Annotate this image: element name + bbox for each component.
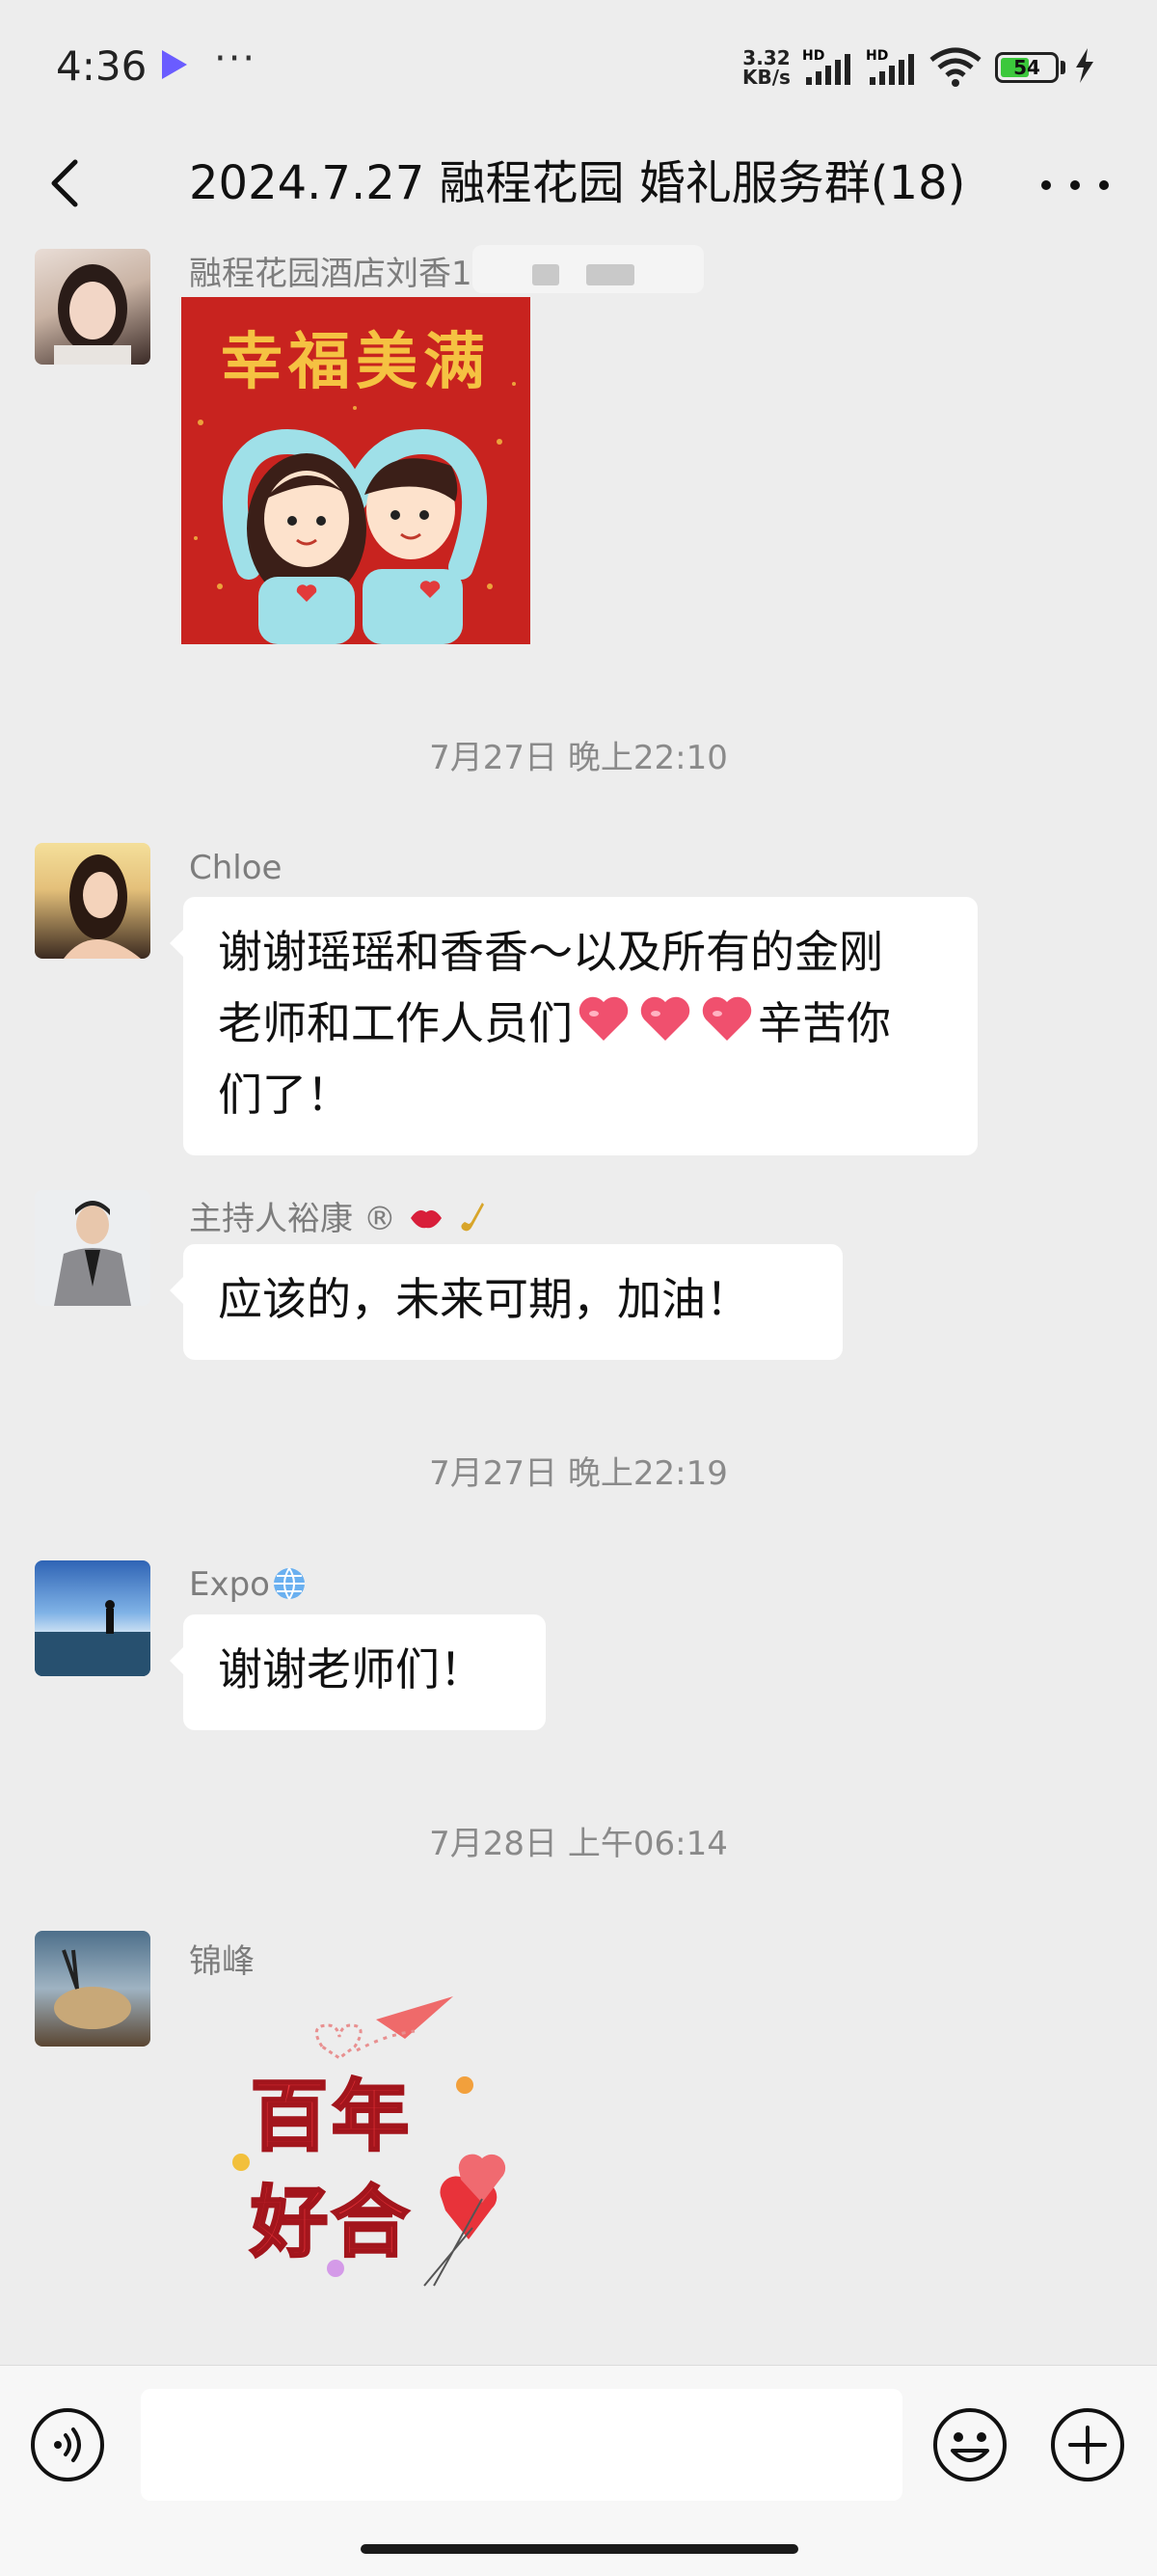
heart-icon bbox=[702, 996, 752, 1041]
message-text-line: 们了！ bbox=[218, 1069, 351, 1121]
net-speed-value: 3.32 bbox=[742, 46, 791, 69]
plus-icon[interactable] bbox=[1049, 2406, 1126, 2483]
back-arrow-icon[interactable] bbox=[39, 154, 96, 212]
avatar-face bbox=[54, 264, 131, 365]
chat-header: 2024.7.27 融程花园 婚礼服务群(18) bbox=[0, 135, 1157, 231]
heart-icon bbox=[640, 996, 690, 1041]
voice-icon[interactable] bbox=[29, 2406, 106, 2483]
avatar[interactable] bbox=[35, 1190, 150, 1306]
sticker-text: 好合 bbox=[250, 2177, 413, 2269]
battery-icon: 54 bbox=[995, 52, 1059, 83]
redacted-text bbox=[472, 245, 704, 293]
sender-name-text: 主持人裕康 bbox=[189, 1200, 353, 1238]
message-text: 老师和工作人员们 bbox=[218, 997, 573, 1049]
registered-mark: ® bbox=[363, 1200, 396, 1238]
signal-icon-2: HD bbox=[866, 48, 914, 85]
battery-level: 54 bbox=[1013, 56, 1040, 79]
net-speed: 3.32 KB/s bbox=[742, 48, 791, 87]
avatar[interactable] bbox=[35, 1931, 150, 2047]
more-icon[interactable] bbox=[1041, 156, 1109, 214]
network-type-label: HD bbox=[802, 48, 824, 64]
avatar-figure bbox=[35, 1600, 150, 1676]
avatar[interactable] bbox=[35, 843, 150, 959]
sender-name: Expo bbox=[189, 1564, 309, 1604]
avatar-figure bbox=[54, 1949, 131, 2029]
play-icon bbox=[162, 50, 187, 79]
heart-icon bbox=[578, 996, 629, 1041]
globe-icon bbox=[274, 1567, 305, 1600]
avatar-face bbox=[54, 1201, 131, 1306]
sender-name-text: Expo bbox=[189, 1565, 270, 1604]
message-input[interactable] bbox=[141, 2389, 902, 2501]
net-speed-unit: KB/s bbox=[742, 66, 791, 89]
chat-title: 2024.7.27 融程花园 婚礼服务群(18) bbox=[189, 156, 966, 210]
battery-tip bbox=[1061, 61, 1065, 74]
sender-name: 主持人裕康 ® bbox=[189, 1192, 494, 1239]
sticker-text: 百年 bbox=[250, 2071, 413, 2163]
home-indicator[interactable] bbox=[361, 2544, 798, 2554]
saxophone-icon bbox=[461, 1203, 485, 1232]
sticker-image[interactable]: 幸福美满 bbox=[181, 297, 530, 644]
status-more-icon: ··· bbox=[214, 37, 257, 81]
avatar[interactable] bbox=[35, 249, 150, 365]
sticker-text: 幸福美满 bbox=[221, 327, 491, 398]
lips-icon bbox=[410, 1210, 442, 1229]
status-bar: 4:36 ··· 3.32 KB/s HD HD 54 bbox=[0, 0, 1157, 135]
sender-name: 锦峰 bbox=[189, 1942, 255, 1981]
sticker-image[interactable]: 百年 好合 bbox=[222, 1996, 540, 2295]
message-bubble[interactable]: 谢谢瑶瑶和香香～以及所有的金刚 老师和工作人员们 辛苦你 们了！ bbox=[170, 897, 978, 1155]
message-bubble[interactable]: 应该的，未来可期，加油！ bbox=[170, 1244, 843, 1360]
signal-icon: HD bbox=[802, 48, 850, 85]
timestamp: 7月28日 上午06:14 bbox=[429, 1825, 728, 1863]
timestamp: 7月27日 晚上22:19 bbox=[429, 1454, 728, 1493]
message-text: 辛苦你 bbox=[758, 997, 891, 1049]
emoji-icon[interactable] bbox=[931, 2406, 1009, 2483]
wifi-icon bbox=[929, 47, 982, 87]
status-time: 4:36 bbox=[56, 42, 148, 90]
message-text-line: 谢谢瑶瑶和香香～以及所有的金刚 bbox=[218, 926, 883, 978]
avatar-face bbox=[64, 854, 141, 959]
charging-icon bbox=[1076, 48, 1093, 83]
message-text-line: 老师和工作人员们 辛苦你 bbox=[218, 988, 943, 1059]
sender-name: 融程花园酒店刘香1 bbox=[189, 255, 472, 293]
sender-name: Chloe bbox=[189, 849, 283, 887]
network-type-label-2: HD bbox=[866, 48, 888, 64]
message-bubble[interactable]: 谢谢老师们！ bbox=[170, 1614, 546, 1730]
timestamp: 7月27日 晚上22:10 bbox=[429, 739, 728, 777]
avatar[interactable] bbox=[35, 1560, 150, 1676]
